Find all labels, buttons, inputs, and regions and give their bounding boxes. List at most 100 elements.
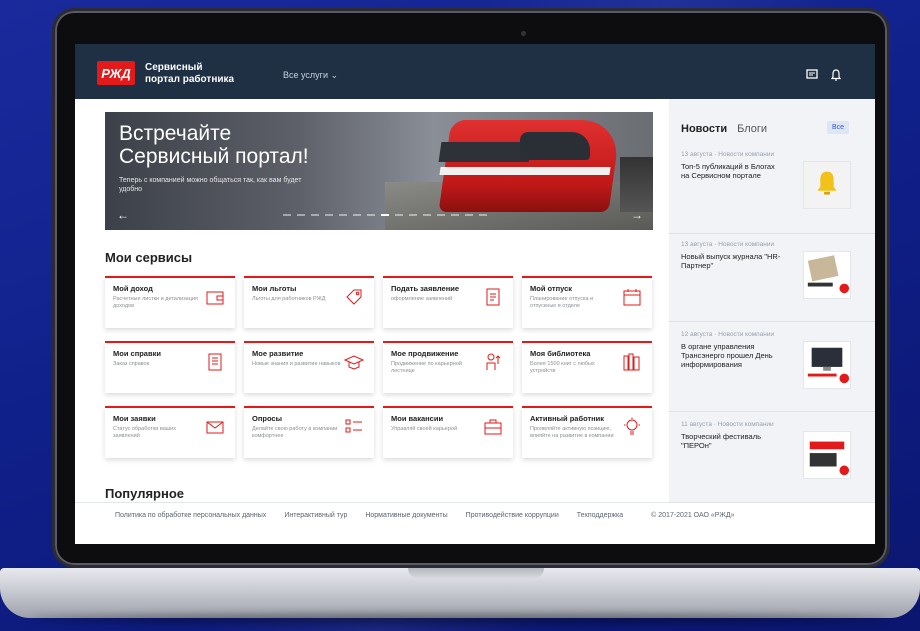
banner-title-line-2: Сервисный портал! [119,145,309,168]
banner-dot[interactable] [311,214,319,216]
footer-link-documents[interactable]: Нормативные документы [365,512,447,519]
hero-banner[interactable]: Встречайте Сервисный портал! Теперь с ко… [105,112,653,230]
page-footer: Политика по обработке персональных данны… [75,502,875,528]
news-item[interactable]: 13 августа · Новости компании Топ-5 публ… [681,151,851,231]
news-item[interactable]: 12 августа · Новости компании В органе у… [681,331,851,411]
wallet-icon [206,291,224,305]
service-card-my-library[interactable]: Моя библиотека Более 1500 книг с любых у… [522,341,652,393]
service-card-submit-application[interactable]: Подать заявление оформление заявлений [383,276,513,328]
service-desc: оформление заявлений [391,296,453,302]
person-growth-icon [486,353,501,370]
news-thumbnail [803,341,851,389]
festival-thumbnail-icon [809,441,850,476]
service-desc: Делайте свою работу в компании комфортне… [252,426,338,439]
news-meta: 11 августа · Новости компании [681,421,774,428]
service-desc: Расчетные листки и детализация доходов [113,296,198,309]
portal-brand[interactable]: Сервисный портал работника [145,62,255,86]
rzd-logo[interactable]: РЖД [97,61,135,85]
service-card-my-requests[interactable]: Мои заявки Статус обработки ваших заявле… [105,406,235,458]
banner-pagination [283,214,487,216]
banner-dot[interactable] [353,214,361,216]
news-meta: 13 августа · Новости компании [681,241,775,248]
bell-icon[interactable] [829,68,843,82]
footer-link-privacy[interactable]: Политика по обработке персональных данны… [115,512,266,519]
service-title: Подать заявление [391,284,460,293]
services-grid: Мой доход Расчетные листки и детализация… [105,276,653,458]
service-desc: Планирование отпуска и отпускные в отдел… [530,296,594,309]
banner-prev-arrow-icon[interactable]: ← [117,208,129,222]
tab-news[interactable]: Новости [681,123,727,135]
service-card-my-promotion[interactable]: Мое продвижение Продвижение по карьерной… [383,341,513,393]
chat-icon[interactable] [805,68,819,82]
service-desc: Льготы для работников РЖД [252,296,326,302]
news-item[interactable]: 11 августа · Новости компании Творческий… [681,421,851,501]
banner-people [620,157,653,212]
banner-dot[interactable] [423,214,431,216]
service-desc: Более 1500 книг с любых устройств [530,361,595,374]
service-title: Мой доход [113,284,153,293]
banner-dot[interactable] [437,214,445,216]
service-desc: Управляй своей карьерой [391,426,458,432]
laptop-shadow [30,614,890,624]
banner-dot[interactable] [339,214,347,216]
banner-dot[interactable] [283,214,291,216]
service-title: Мои вакансии [391,414,444,423]
footer-link-anticorruption[interactable]: Противодействие коррупции [466,512,559,519]
banner-dot[interactable] [409,214,417,216]
bell-thumbnail-icon [817,171,837,195]
service-card-my-vacation[interactable]: Мой отпуск Планирование отпуска и отпуск… [522,276,652,328]
tab-blogs[interactable]: Блоги [737,123,767,135]
laptop-base-notch [408,568,544,578]
banner-train-stripe [439,167,611,175]
banner-dot[interactable] [465,214,473,216]
service-title: Мой отпуск [530,284,573,293]
all-news-button[interactable]: Все [826,121,849,134]
service-card-my-income[interactable]: Мой доход Расчетные листки и детализация… [105,276,235,328]
banner-dot-active[interactable] [381,214,389,216]
news-title: Новый выпуск журнала "HR-Партнер" [681,252,781,270]
footer-link-support[interactable]: Техподдержка [577,512,623,519]
service-title: Мое развитие [252,349,304,358]
banner-dot[interactable] [451,214,459,216]
books-icon [623,353,640,371]
service-title: Мои льготы [252,284,297,293]
top-header: РЖД Сервисный портал работника Все услуг… [75,44,875,99]
service-title: Мои заявки [113,414,156,423]
banner-dot[interactable] [367,214,375,216]
banner-next-arrow-icon[interactable]: → [631,208,643,222]
footer-copyright: © 2017-2021 ОАО «РЖД» [651,512,735,519]
banner-dot[interactable] [325,214,333,216]
news-title: Творческий фестиваль "ПЕРОн" [681,432,761,450]
banner-title: Встречайте Сервисный портал! [119,122,379,168]
service-card-my-vacancies[interactable]: Мои вакансии Управляй своей карьерой [383,406,513,458]
news-item[interactable]: 13 августа · Новости компании Новый выпу… [681,241,851,321]
calendar-icon [623,289,641,306]
service-card-my-development[interactable]: Мое развитие Новые знания и развитие нав… [244,341,374,393]
service-card-active-worker[interactable]: Активный работник Проявляйте активную по… [522,406,652,458]
briefcase-icon [484,419,502,435]
lightbulb-icon [624,417,640,435]
laptop-screen: РЖД Сервисный портал работника Все услуг… [75,44,875,544]
brand-line-1: Сервисный [145,62,203,73]
banner-train-windows [438,142,532,162]
monitor-thumbnail-icon [807,347,850,384]
service-title: Активный работник [530,414,605,423]
news-divider [669,411,875,412]
service-card-my-benefits[interactable]: Мои льготы Льготы для работников РЖД [244,276,374,328]
envelope-icon [206,421,224,434]
brand-line-2: портал работника [145,74,235,85]
banner-dot[interactable] [297,214,305,216]
news-divider [669,233,875,234]
news-thumbnail [803,161,851,209]
service-title: Мои справки [113,349,161,358]
banner-title-line-1: Встречайте [119,122,232,145]
document-icon [486,288,500,306]
banner-dot[interactable] [395,214,403,216]
service-card-surveys[interactable]: Опросы Делайте свою работу в компании ко… [244,406,374,458]
service-card-my-certificates[interactable]: Мои справки Заказ справок [105,341,235,393]
all-services-menu[interactable]: Все услуги ⌄ [283,70,338,81]
banner-dot[interactable] [479,214,487,216]
footer-link-tour[interactable]: Интерактивный тур [284,512,347,519]
certificate-icon [208,353,222,371]
news-divider [669,321,875,322]
